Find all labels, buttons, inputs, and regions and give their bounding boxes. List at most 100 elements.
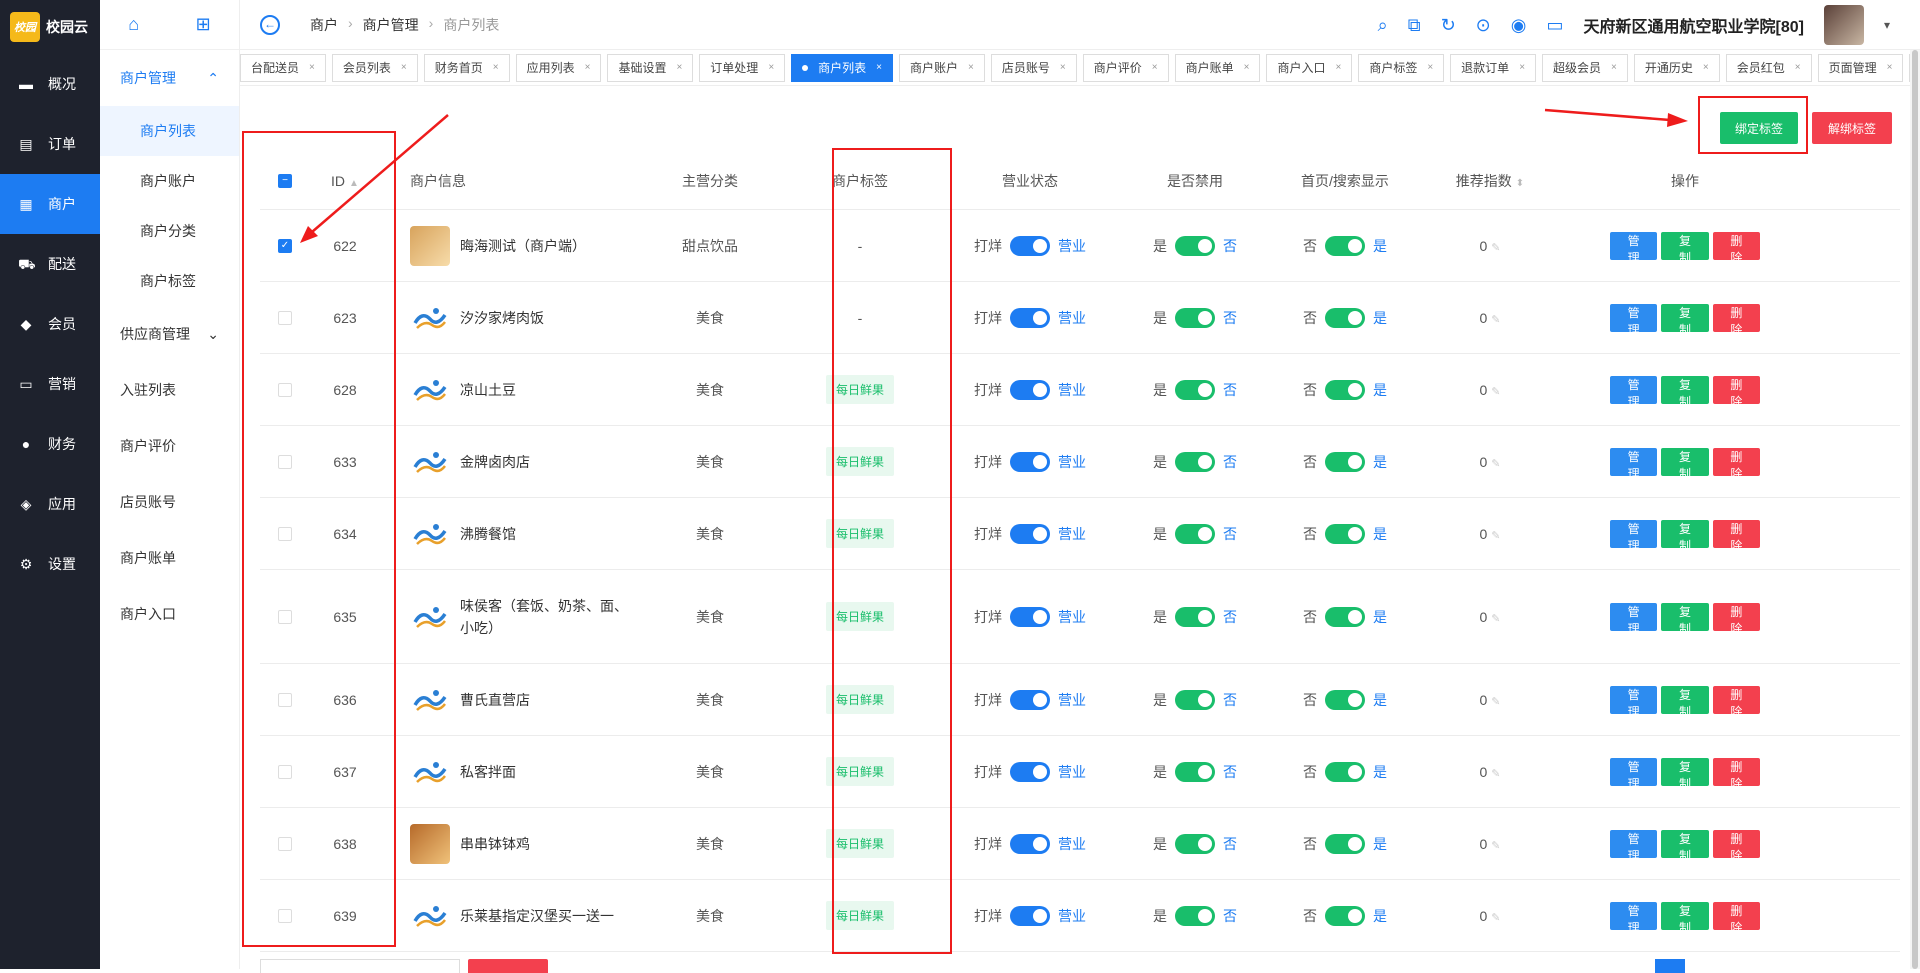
- close-icon[interactable]: ×: [1335, 62, 1341, 73]
- subnav-item-merchant-category[interactable]: 商户分类: [100, 206, 239, 256]
- delete-button[interactable]: 删除: [1712, 447, 1760, 481]
- delete-button[interactable]: 删除: [1712, 829, 1760, 863]
- header-id[interactable]: ID ▲: [310, 173, 380, 189]
- tab-item[interactable]: 店员账号 ×: [990, 53, 1077, 82]
- rank-cell[interactable]: 0 ✎: [1420, 692, 1560, 708]
- manage-button[interactable]: 管理: [1610, 231, 1658, 265]
- rank-cell[interactable]: 0 ✎: [1420, 908, 1560, 924]
- home-display-toggle[interactable]: [1325, 523, 1365, 544]
- row-checkbox[interactable]: [278, 609, 292, 624]
- app-logo[interactable]: 校园 校园云: [0, 0, 100, 54]
- subnav-item-merchant-tag[interactable]: 商户标签: [100, 256, 239, 306]
- header-rank[interactable]: 推荐指数 ⬍: [1420, 171, 1560, 191]
- copy-button[interactable]: 复制: [1661, 685, 1709, 719]
- select-all-checkbox[interactable]: −: [278, 173, 292, 188]
- unbind-tag-button[interactable]: 解绑标签: [1812, 112, 1892, 144]
- manage-button[interactable]: 管理: [1610, 829, 1658, 863]
- sidebar-item[interactable]: ◈ 应用: [0, 474, 100, 534]
- close-icon[interactable]: ×: [676, 62, 682, 73]
- rank-cell[interactable]: 0 ✎: [1420, 454, 1560, 470]
- tab-item[interactable]: 商户评价 ×: [1082, 53, 1169, 82]
- subnav-item-bills[interactable]: 商户账单: [100, 530, 239, 586]
- close-icon[interactable]: ×: [401, 62, 407, 73]
- tab-item[interactable]: 页面管理 ×: [1817, 53, 1904, 82]
- close-icon[interactable]: ×: [1795, 62, 1801, 73]
- rank-cell[interactable]: 0 ✎: [1420, 609, 1560, 625]
- close-icon[interactable]: ×: [1244, 62, 1250, 73]
- tab-item[interactable]: 商户列表 ×: [791, 53, 894, 82]
- rank-cell[interactable]: 0 ✎: [1420, 238, 1560, 254]
- disabled-toggle[interactable]: [1175, 761, 1215, 782]
- edit-pencil-icon[interactable]: ✎: [1491, 530, 1500, 542]
- manage-button[interactable]: 管理: [1610, 519, 1658, 553]
- subnav-item-merchant-list[interactable]: 商户列表: [100, 106, 239, 156]
- home-display-toggle[interactable]: [1325, 379, 1365, 400]
- row-checkbox[interactable]: [278, 526, 292, 541]
- tab-item[interactable]: 退款订单 ×: [1450, 53, 1537, 82]
- status-toggle[interactable]: [1010, 523, 1050, 544]
- subnav-item-staff[interactable]: 店员账号: [100, 474, 239, 530]
- status-toggle[interactable]: [1010, 833, 1050, 854]
- tab-item[interactable]: 台配送员 ×: [240, 53, 326, 82]
- edit-pencil-icon[interactable]: ✎: [1491, 613, 1500, 625]
- tab-item[interactable]: 会员列表 ×: [331, 53, 418, 82]
- tab-item[interactable]: 商户入口 ×: [1266, 53, 1353, 82]
- rank-cell[interactable]: 0 ✎: [1420, 836, 1560, 852]
- tab-item[interactable]: 商户账户 ×: [899, 53, 985, 82]
- subnav-item-entry[interactable]: 商户入口: [100, 586, 239, 642]
- breadcrumb-item[interactable]: 商户管理: [363, 15, 419, 35]
- manage-button[interactable]: 管理: [1610, 757, 1658, 791]
- close-icon[interactable]: ×: [585, 62, 591, 73]
- home-display-toggle[interactable]: [1325, 606, 1365, 627]
- close-icon[interactable]: ×: [968, 62, 974, 73]
- delete-button[interactable]: 删除: [1712, 519, 1760, 553]
- home-icon[interactable]: ⌂: [128, 14, 139, 35]
- manage-button[interactable]: 管理: [1610, 901, 1658, 935]
- close-icon[interactable]: ×: [493, 62, 499, 73]
- tab-item[interactable]: 开通历史 ×: [1633, 53, 1720, 82]
- scrollbar-thumb[interactable]: [1912, 50, 1918, 969]
- edit-pencil-icon[interactable]: ✎: [1491, 768, 1500, 780]
- disabled-toggle[interactable]: [1175, 833, 1215, 854]
- copy-button[interactable]: 复制: [1661, 519, 1709, 553]
- status-toggle[interactable]: [1010, 905, 1050, 926]
- manage-button[interactable]: 管理: [1610, 303, 1658, 337]
- sidebar-item[interactable]: ▤ 订单: [0, 114, 100, 174]
- copy-button[interactable]: 复制: [1661, 901, 1709, 935]
- status-toggle[interactable]: [1010, 307, 1050, 328]
- home-display-toggle[interactable]: [1325, 689, 1365, 710]
- home-display-toggle[interactable]: [1325, 761, 1365, 782]
- chevron-circle-icon[interactable]: ⊙: [1476, 15, 1491, 36]
- subnav-item-merchant-account[interactable]: 商户账户: [100, 156, 239, 206]
- tab-item[interactable]: 基础设置 ×: [607, 53, 694, 82]
- batch-input[interactable]: [260, 959, 460, 973]
- row-checkbox[interactable]: [278, 382, 292, 397]
- avatar[interactable]: [1823, 5, 1864, 45]
- close-icon[interactable]: ×: [1887, 62, 1893, 73]
- copy-button[interactable]: 复制: [1661, 757, 1709, 791]
- tab-item[interactable]: 订单处理 ×: [699, 53, 786, 82]
- row-checkbox[interactable]: [278, 692, 292, 707]
- batch-action-button[interactable]: [468, 959, 548, 973]
- disabled-toggle[interactable]: [1175, 451, 1215, 472]
- tab-item[interactable]: 应用列表 ×: [515, 53, 602, 82]
- search-icon[interactable]: ⌕: [1378, 15, 1388, 36]
- copy-button[interactable]: 复制: [1661, 602, 1709, 636]
- sidebar-item[interactable]: ⛟ 配送: [0, 234, 100, 294]
- desktop-icon[interactable]: ▭: [1546, 15, 1563, 36]
- home-display-toggle[interactable]: [1325, 833, 1365, 854]
- close-icon[interactable]: ×: [1611, 62, 1617, 73]
- scrollbar[interactable]: [1910, 50, 1920, 969]
- sidebar-item[interactable]: ▦ 商户: [0, 174, 100, 234]
- row-checkbox[interactable]: [278, 310, 292, 325]
- status-toggle[interactable]: [1010, 606, 1050, 627]
- close-icon[interactable]: ×: [1060, 62, 1066, 73]
- subnav-group-merchant[interactable]: 商户管理 ⌃: [100, 50, 239, 106]
- edit-pencil-icon[interactable]: ✎: [1491, 458, 1500, 470]
- disabled-toggle[interactable]: [1175, 307, 1215, 328]
- eye-icon[interactable]: ◉: [1511, 15, 1527, 36]
- rank-cell[interactable]: 0 ✎: [1420, 526, 1560, 542]
- status-toggle[interactable]: [1010, 689, 1050, 710]
- manage-button[interactable]: 管理: [1610, 375, 1658, 409]
- disabled-toggle[interactable]: [1175, 689, 1215, 710]
